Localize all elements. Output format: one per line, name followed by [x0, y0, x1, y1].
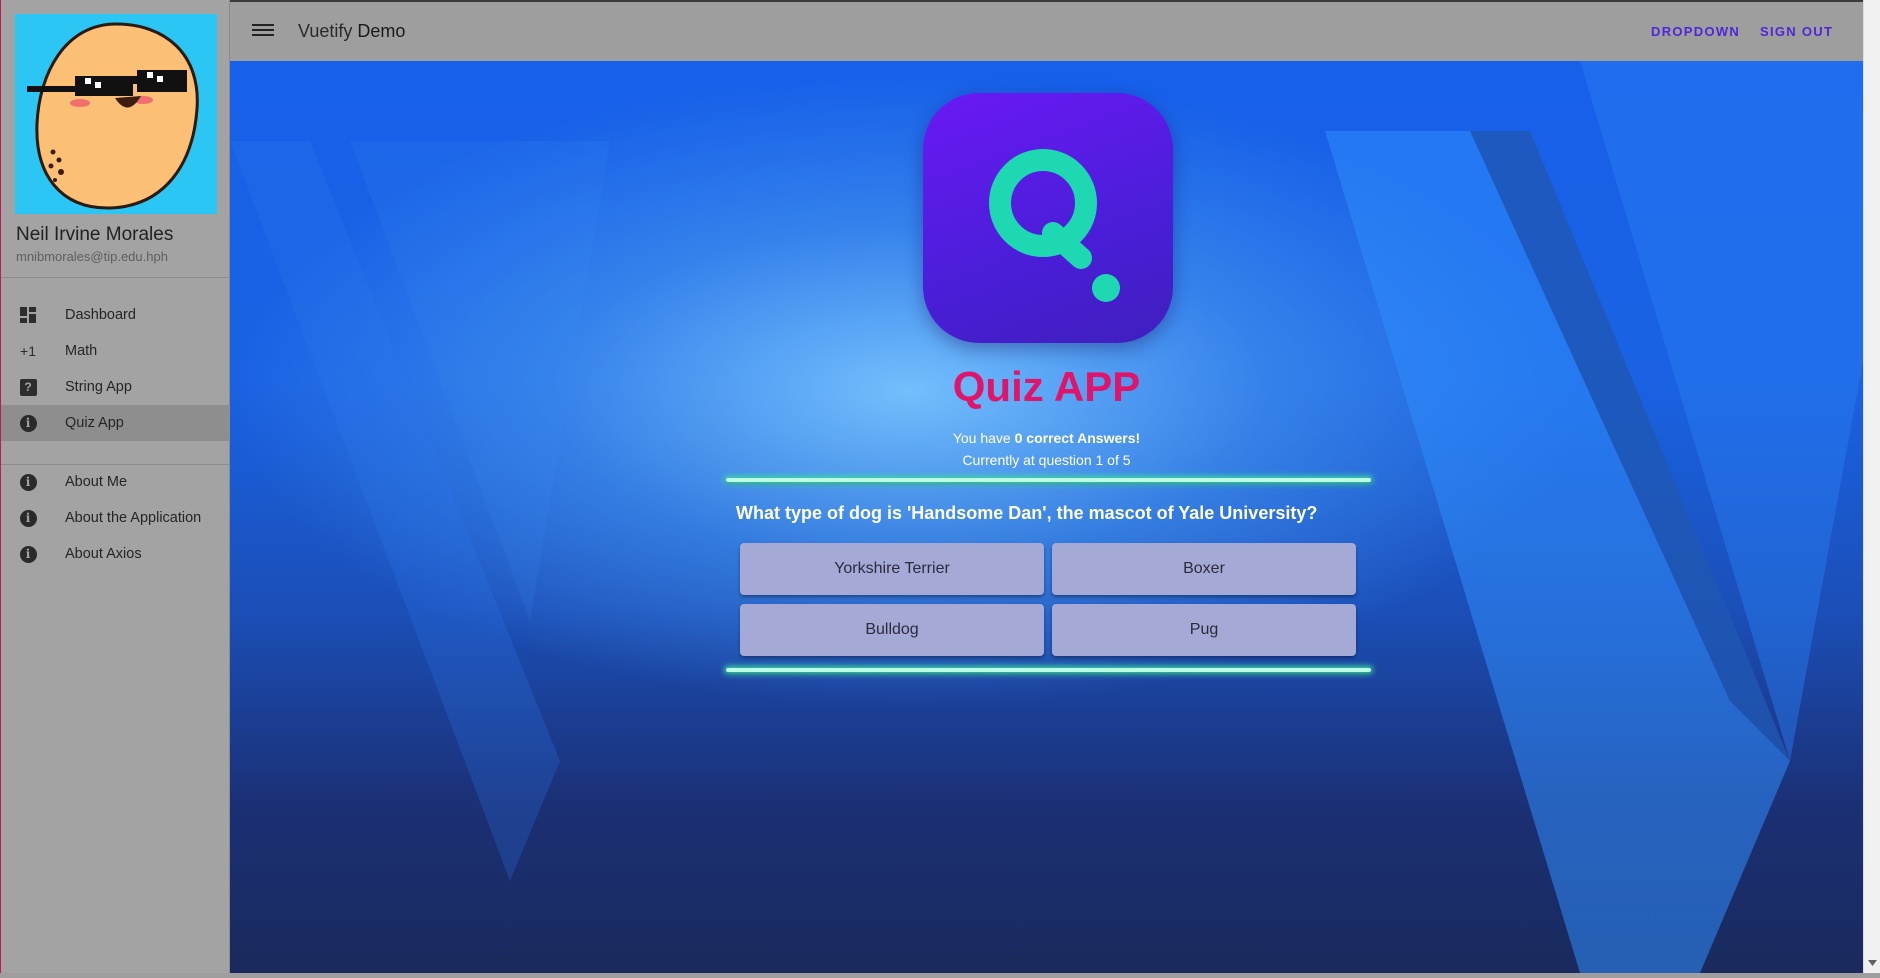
user-name: Neil Irvine Morales: [16, 224, 174, 245]
vertical-scrollbar[interactable]: [1863, 0, 1880, 973]
sidebar-item-quiz-app[interactable]: i Quiz App: [1, 405, 230, 441]
info-icon: i: [17, 543, 39, 565]
sidebar-item-label: Dashboard: [65, 307, 136, 323]
question-text: What type of dog is 'Handsome Dan', the …: [736, 503, 1318, 523]
sign-out-button[interactable]: SIGN OUT: [1760, 24, 1833, 39]
user-email: mnibmorales@tip.edu.hph: [16, 249, 168, 264]
plus-one-icon: +1: [20, 343, 36, 359]
info-icon-glyph: i: [19, 545, 37, 563]
app-title: Vuetify Demo: [298, 21, 405, 42]
menu-icon[interactable]: [252, 21, 274, 41]
help-icon: ?: [17, 376, 39, 398]
sidebar-item-string-app[interactable]: ? String App: [1, 369, 230, 405]
sidebar-item-math[interactable]: +1 Math: [1, 333, 230, 369]
divider: [1, 277, 231, 278]
sidebar-item-about-axios[interactable]: i About Axios: [1, 536, 230, 572]
quiz-logo: [923, 93, 1173, 343]
info-icon: i: [17, 471, 39, 493]
sidebar-item-dashboard[interactable]: Dashboard: [1, 297, 230, 333]
sidebar-item-label: About the Application: [65, 510, 202, 526]
app-bar: Vuetify Demo DROPDOWN SIGN OUT: [230, 0, 1863, 61]
answer-button[interactable]: Pug: [1052, 604, 1356, 656]
dashboard-icon: [17, 304, 39, 326]
navigation-drawer: Neil Irvine Morales mnibmorales@tip.edu.…: [0, 0, 231, 973]
progress-text: Currently at question 1 of 5: [962, 452, 1131, 468]
help-icon-glyph: ?: [19, 378, 37, 396]
score-text: You have 0 correct Answers!: [230, 430, 1863, 446]
avatar: [15, 14, 217, 214]
divider-bottom: [726, 668, 1371, 672]
info-icon: i: [17, 507, 39, 529]
sidebar-item-label: About Me: [65, 474, 128, 490]
sidebar-item-label: String App: [65, 379, 132, 395]
answer-button[interactable]: Yorkshire Terrier: [740, 543, 1044, 595]
info-icon-glyph: i: [19, 473, 37, 491]
quiz-title: Quiz APP: [952, 363, 1141, 410]
sidebar-item-about-application[interactable]: i About the Application: [1, 500, 230, 536]
divider-top: [726, 478, 1371, 482]
answer-button[interactable]: Bulldog: [740, 604, 1044, 656]
score-prefix: You have: [952, 430, 1015, 446]
info-icon-glyph: i: [19, 509, 37, 527]
sidebar-item-label: Quiz App: [65, 415, 124, 431]
sidebar-item-label: About Axios: [65, 546, 142, 562]
answer-button[interactable]: Boxer: [1052, 543, 1356, 595]
correct-count: 0 correct Answers!: [1014, 430, 1141, 446]
dropdown-button[interactable]: DROPDOWN: [1651, 24, 1740, 39]
app-title-suffix: Demo: [357, 21, 406, 41]
sidebar-item-label: Math: [65, 343, 98, 359]
sidebar-item-about-me[interactable]: i About Me: [1, 464, 230, 500]
main-content: Quiz APP You have 0 correct Answers! Cur…: [230, 61, 1863, 973]
app-title-prefix: Vuetify: [298, 21, 353, 41]
info-icon-glyph: i: [19, 414, 37, 432]
info-icon: i: [17, 412, 39, 434]
